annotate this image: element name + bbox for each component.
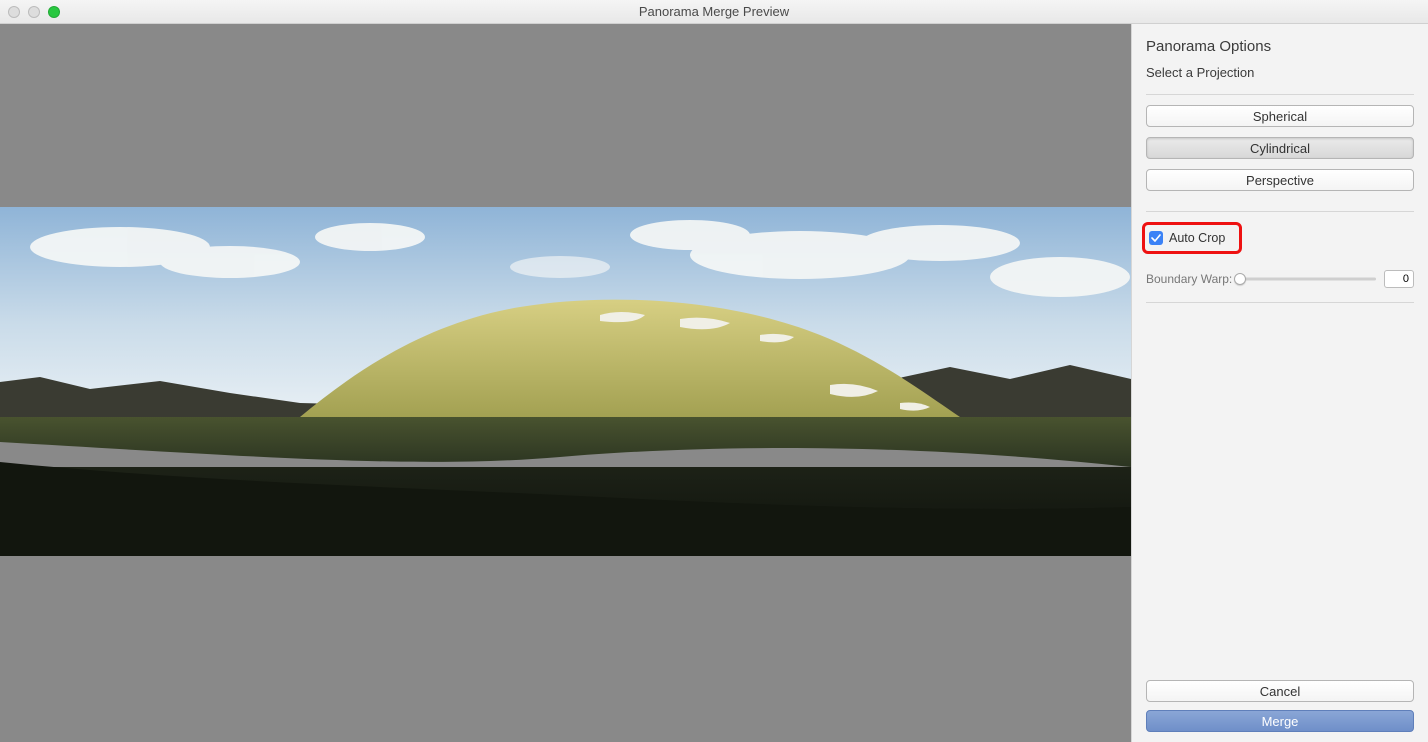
projection-cylindrical-button[interactable]: Cylindrical: [1146, 137, 1414, 159]
auto-crop-highlight: Auto Crop: [1142, 222, 1242, 254]
window-body: Panorama Options Select a Projection Sph…: [0, 24, 1428, 742]
panorama-merge-window: Panorama Merge Preview: [0, 0, 1428, 742]
boundary-warp-label: Boundary Warp:: [1146, 272, 1232, 286]
projection-subtitle: Select a Projection: [1146, 65, 1414, 80]
slider-thumb-icon[interactable]: [1234, 273, 1246, 285]
minimize-window-icon[interactable]: [28, 6, 40, 18]
divider: [1146, 211, 1414, 212]
projection-group: Spherical Cylindrical Perspective: [1146, 105, 1414, 191]
options-panel: Panorama Options Select a Projection Sph…: [1131, 24, 1428, 742]
cancel-button[interactable]: Cancel: [1146, 680, 1414, 702]
auto-crop-row[interactable]: Auto Crop: [1149, 231, 1233, 245]
panorama-preview-area: [0, 24, 1131, 742]
panel-title: Panorama Options: [1146, 38, 1414, 55]
auto-crop-checkbox[interactable]: [1149, 231, 1163, 245]
titlebar: Panorama Merge Preview: [0, 0, 1428, 24]
window-controls: [8, 6, 60, 18]
boundary-warp-row: Boundary Warp:: [1146, 270, 1414, 288]
window-title: Panorama Merge Preview: [0, 4, 1428, 19]
close-window-icon[interactable]: [8, 6, 20, 18]
divider: [1146, 94, 1414, 95]
auto-crop-label: Auto Crop: [1169, 231, 1225, 245]
projection-spherical-button[interactable]: Spherical: [1146, 105, 1414, 127]
zoom-window-icon[interactable]: [48, 6, 60, 18]
panorama-preview-image: [0, 207, 1131, 556]
merge-button[interactable]: Merge: [1146, 710, 1414, 732]
projection-perspective-button[interactable]: Perspective: [1146, 169, 1414, 191]
action-buttons: Cancel Merge: [1146, 680, 1414, 732]
boundary-warp-value-input[interactable]: [1384, 270, 1414, 288]
boundary-warp-slider[interactable]: [1240, 272, 1376, 286]
divider: [1146, 302, 1414, 303]
